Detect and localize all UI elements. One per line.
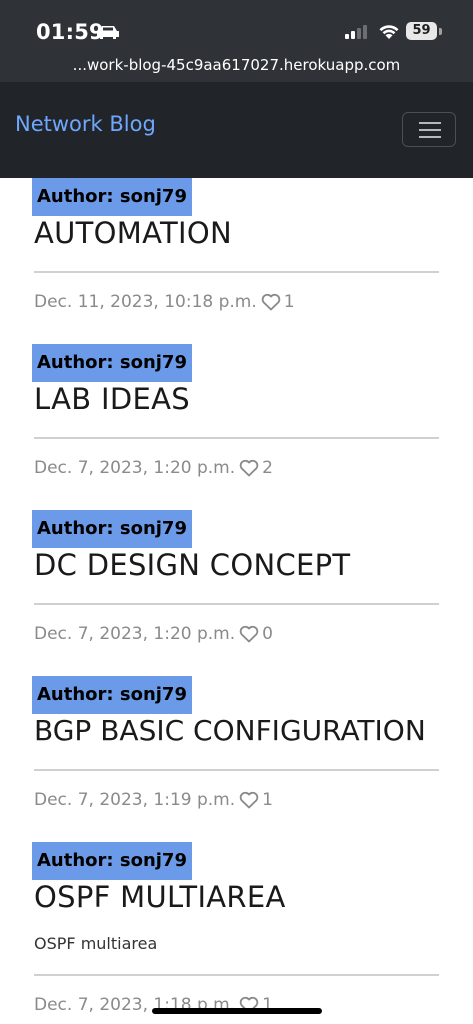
post-card[interactable]: Author: sonj79 OSPF MULTIAREA OSPF multi… bbox=[0, 842, 473, 1024]
battery-level: 59 bbox=[412, 23, 431, 38]
battery-icon: 59 bbox=[406, 22, 442, 42]
post-card[interactable]: Author: sonj79 BGP BASIC CONFIGURATION D… bbox=[0, 676, 473, 842]
car-icon bbox=[97, 26, 119, 39]
post-date: Dec. 11, 2023, 10:18 p.m. bbox=[34, 292, 257, 312]
post-divider bbox=[34, 437, 439, 439]
post-date: Dec. 7, 2023, 1:20 p.m. bbox=[34, 624, 236, 644]
post-excerpt: OSPF multiarea bbox=[34, 934, 158, 953]
wifi-icon bbox=[379, 25, 399, 39]
post-divider bbox=[34, 974, 439, 976]
post-title[interactable]: DC DESIGN CONCEPT bbox=[34, 548, 350, 582]
post-date: Dec. 7, 2023, 1:20 p.m. bbox=[34, 458, 236, 478]
post-card[interactable]: Author: sonj79 DC DESIGN CONCEPT Dec. 7,… bbox=[0, 510, 473, 676]
navbar: Network Blog bbox=[0, 82, 473, 178]
post-divider bbox=[34, 603, 439, 605]
post-meta: Dec. 7, 2023, 1:19 p.m. 1 bbox=[34, 790, 273, 810]
post-date: Dec. 7, 2023, 1:19 p.m. bbox=[34, 790, 236, 810]
heart-outline-icon[interactable] bbox=[239, 459, 259, 477]
author-badge: Author: sonj79 bbox=[32, 344, 192, 382]
navbar-brand[interactable]: Network Blog bbox=[15, 112, 156, 136]
address-bar-url[interactable]: ...work-blog-45c9aa617027.herokuapp.com bbox=[0, 56, 473, 74]
navbar-toggler-button[interactable] bbox=[402, 112, 456, 147]
post-divider bbox=[34, 769, 439, 771]
status-bar: 01:59 59 ...work-blog-45c9aa617027.herok… bbox=[0, 0, 473, 82]
like-count: 1 bbox=[262, 790, 273, 810]
author-badge: Author: sonj79 bbox=[32, 676, 192, 714]
cellular-signal-icon bbox=[345, 25, 367, 39]
author-badge: Author: sonj79 bbox=[32, 178, 192, 216]
like-count: 2 bbox=[262, 458, 273, 478]
post-card[interactable]: Author: sonj79 AUTOMATION Dec. 11, 2023,… bbox=[0, 178, 473, 344]
post-meta: Dec. 11, 2023, 10:18 p.m. 1 bbox=[34, 292, 295, 312]
heart-outline-icon[interactable] bbox=[239, 625, 259, 643]
status-time: 01:59 bbox=[36, 20, 104, 44]
heart-outline-icon[interactable] bbox=[239, 791, 259, 809]
post-list: Author: sonj79 AUTOMATION Dec. 11, 2023,… bbox=[0, 178, 473, 1024]
post-meta: Dec. 7, 2023, 1:20 p.m. 0 bbox=[34, 624, 273, 644]
post-divider bbox=[34, 271, 439, 273]
post-title[interactable]: OSPF MULTIAREA bbox=[34, 880, 286, 914]
author-badge: Author: sonj79 bbox=[32, 842, 192, 880]
like-count: 1 bbox=[283, 292, 295, 312]
post-card[interactable]: Author: sonj79 LAB IDEAS Dec. 7, 2023, 1… bbox=[0, 344, 473, 510]
author-badge: Author: sonj79 bbox=[32, 510, 192, 548]
post-title[interactable]: LAB IDEAS bbox=[34, 382, 190, 416]
like-count: 0 bbox=[262, 624, 273, 644]
home-indicator[interactable] bbox=[152, 1008, 322, 1014]
post-title[interactable]: AUTOMATION bbox=[34, 216, 232, 250]
post-title[interactable]: BGP BASIC CONFIGURATION bbox=[34, 714, 426, 747]
post-meta: Dec. 7, 2023, 1:20 p.m. 2 bbox=[34, 458, 273, 478]
heart-outline-icon[interactable] bbox=[261, 293, 281, 311]
